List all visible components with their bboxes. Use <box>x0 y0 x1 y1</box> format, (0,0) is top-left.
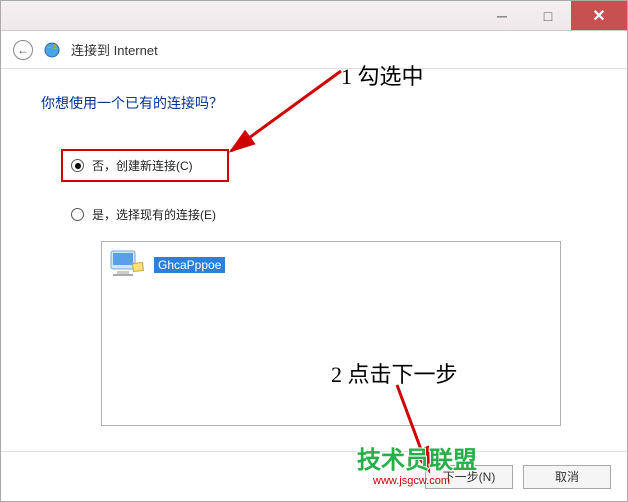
wizard-header: ← 连接到 Internet <box>1 31 627 69</box>
radio-label-yes: 是，选择现有的连接(E) <box>92 206 216 223</box>
computer-icon <box>106 246 148 284</box>
radio-icon <box>71 208 84 221</box>
back-button[interactable]: ← <box>13 40 33 60</box>
maximize-button[interactable]: □ <box>525 1 571 30</box>
radio-label-no: 否，创建新连接(C) <box>92 157 193 174</box>
list-item[interactable]: GhcaPppoe <box>106 246 225 284</box>
connection-name: GhcaPppoe <box>154 257 225 273</box>
cancel-button[interactable]: 取消 <box>523 465 611 489</box>
back-arrow-icon: ← <box>17 43 29 57</box>
wizard-footer: 下一步(N) 取消 <box>1 451 627 501</box>
radio-icon <box>71 159 84 172</box>
radio-option-yes[interactable]: 是，选择现有的连接(E) <box>63 200 587 229</box>
content-area: 你想使用一个已有的连接吗？ 否，创建新连接(C) 是，选择现有的连接(E) Gh… <box>1 69 627 426</box>
window-titlebar: ─ □ ✕ <box>1 1 627 31</box>
radio-option-no[interactable]: 否，创建新连接(C) <box>61 149 229 182</box>
close-button[interactable]: ✕ <box>571 1 627 30</box>
connections-listbox[interactable]: GhcaPppoe <box>101 241 561 426</box>
question-heading: 你想使用一个已有的连接吗？ <box>41 93 587 113</box>
window-title: 连接到 Internet <box>71 40 158 59</box>
globe-icon <box>43 41 61 59</box>
minimize-button[interactable]: ─ <box>479 1 525 30</box>
next-button[interactable]: 下一步(N) <box>425 465 513 489</box>
